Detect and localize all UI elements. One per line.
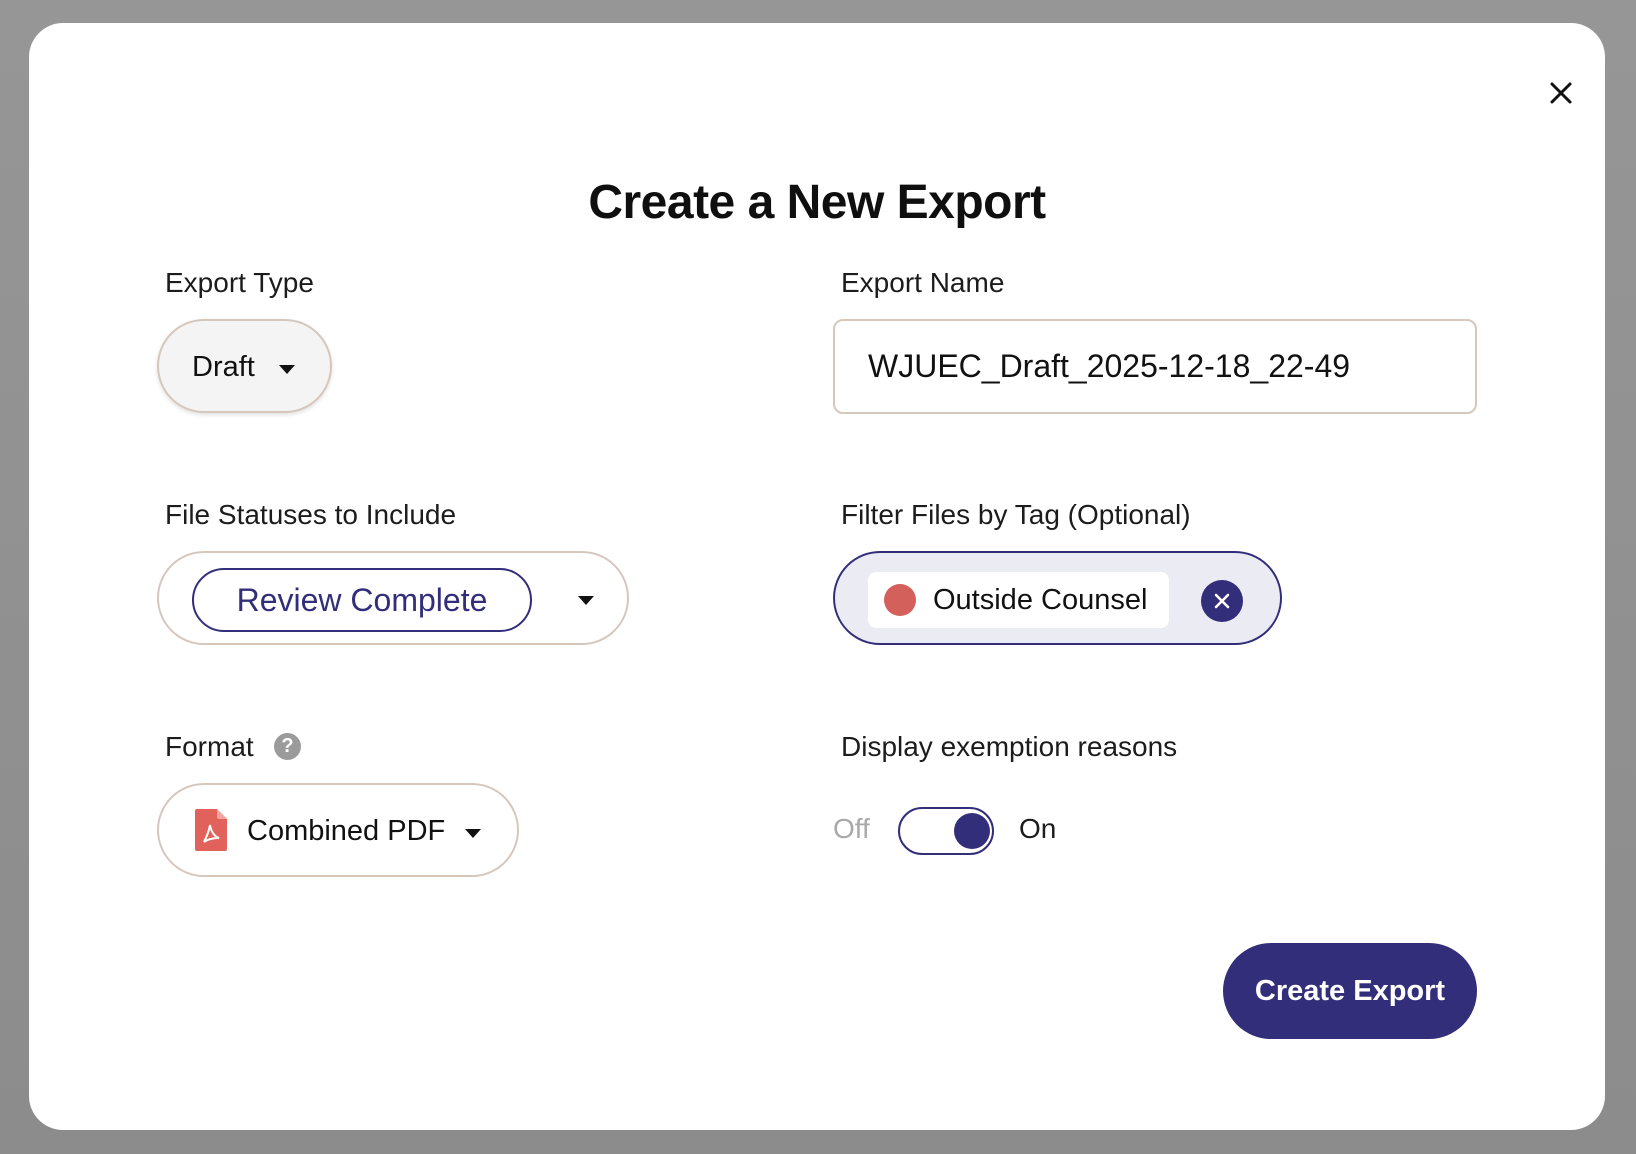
format-dropdown[interactable]: Combined PDF: [157, 783, 519, 877]
export-type-dropdown[interactable]: Draft: [157, 319, 332, 413]
format-label: Format: [165, 731, 254, 762]
tag-chip-outside-counsel: Outside Counsel: [868, 572, 1169, 628]
close-icon: [1214, 593, 1230, 609]
toggle-knob: [954, 813, 990, 849]
export-name-label: Export Name: [841, 267, 1005, 298]
close-button[interactable]: [1541, 73, 1581, 113]
create-export-button[interactable]: Create Export: [1223, 943, 1477, 1039]
tag-color-dot: [884, 584, 916, 616]
toggle-on-label: On: [1019, 813, 1057, 844]
dialog-title: Create a New Export: [588, 176, 1046, 229]
export-type-value: Draft: [192, 351, 255, 383]
close-icon: [1550, 82, 1572, 104]
clear-tags-button[interactable]: [1201, 580, 1243, 622]
export-type-label: Export Type: [165, 267, 314, 298]
file-statuses-multiselect[interactable]: Review Complete: [157, 551, 629, 645]
chevron-down-icon: [279, 365, 295, 374]
exemption-reasons-label: Display exemption reasons: [841, 731, 1178, 762]
status-chip-review-complete[interactable]: Review Complete: [192, 568, 532, 632]
question-mark-icon[interactable]: ?: [274, 733, 301, 760]
pdf-file-icon: [195, 809, 227, 851]
create-export-dialog: Create a New Export Export Type Draft Ex…: [29, 23, 1605, 1130]
export-name-input[interactable]: [833, 319, 1477, 414]
exemption-reasons-toggle[interactable]: [898, 807, 994, 855]
chevron-down-icon: [465, 829, 481, 838]
file-statuses-label: File Statuses to Include: [165, 499, 457, 530]
toggle-off-label: Off: [833, 813, 870, 844]
tag-name: Outside Counsel: [933, 584, 1148, 616]
chevron-down-icon: [578, 596, 594, 605]
tag-filter-label: Filter Files by Tag (Optional): [841, 499, 1191, 530]
format-value: Combined PDF: [247, 815, 446, 847]
tag-filter-select[interactable]: Outside Counsel: [833, 551, 1282, 645]
